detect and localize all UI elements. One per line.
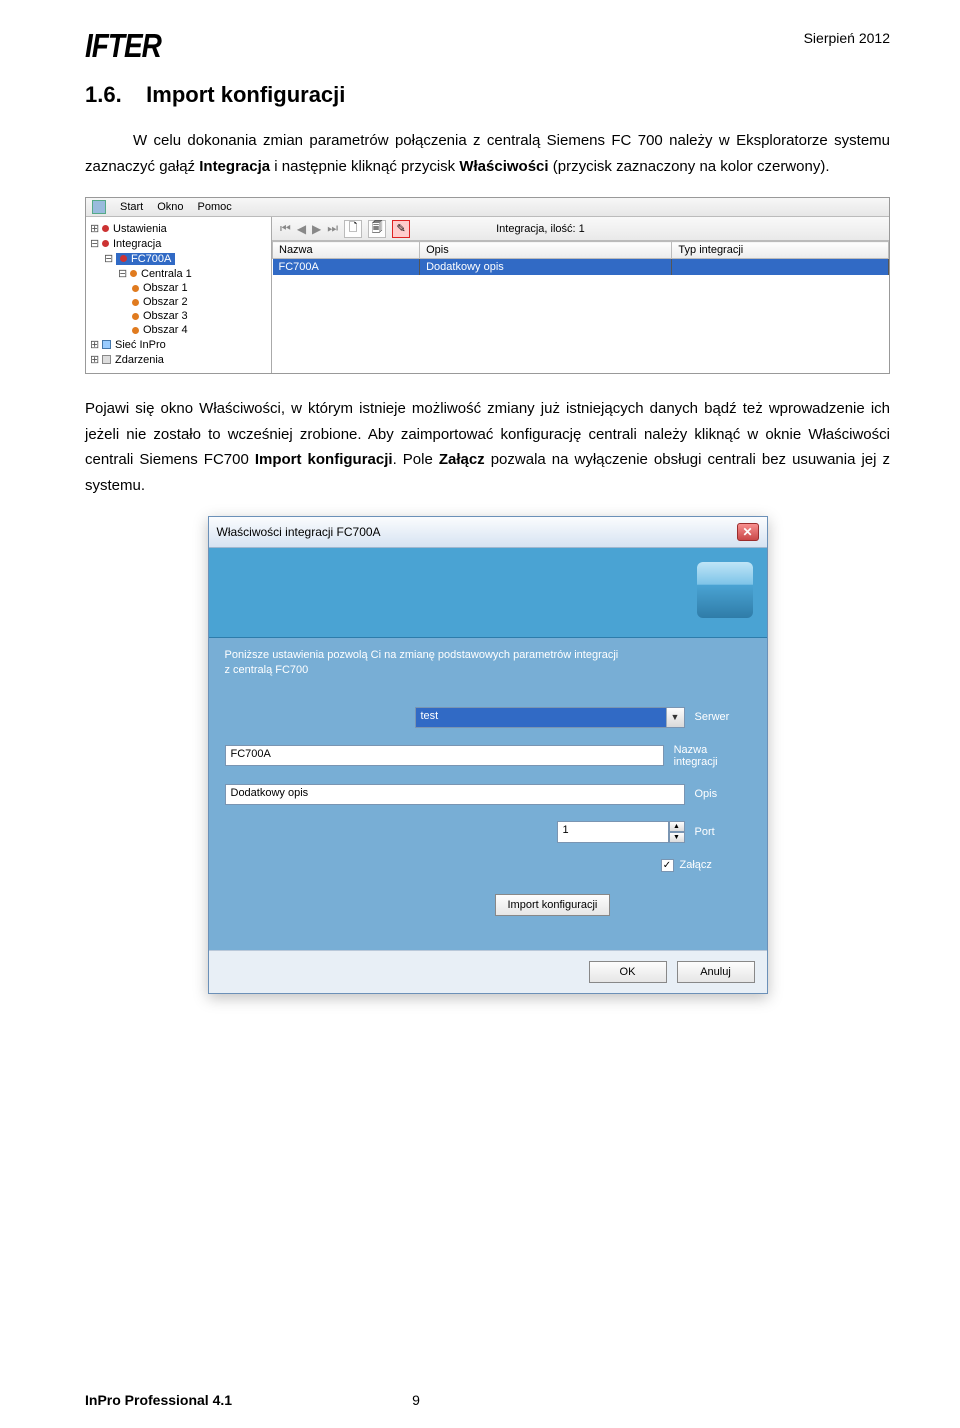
- tree-obszar3[interactable]: Obszar 3: [90, 309, 267, 323]
- menu-okno[interactable]: Okno: [157, 201, 183, 213]
- dialog-footer: OK Anuluj: [209, 950, 767, 993]
- app-menu-bar: Start Okno Pomoc: [86, 198, 889, 217]
- grid-header-opis[interactable]: Opis: [420, 242, 672, 259]
- dialog-form: test ▼ Serwer FC700A Nazwa integracji Do…: [209, 689, 767, 950]
- toolbar-count-label: Integracja, ilość: 1: [496, 223, 585, 235]
- paragraph-1: W celu dokonania zmian parametrów połącz…: [85, 128, 890, 179]
- port-label: Port: [695, 826, 715, 838]
- server-label: Serwer: [695, 711, 730, 723]
- p1-e: (przycisk zaznaczony na kolor czerwony).: [549, 158, 830, 175]
- port-value[interactable]: 1: [557, 821, 669, 843]
- tree-fc700a[interactable]: ⊟FC700A: [90, 251, 267, 266]
- ok-button[interactable]: OK: [589, 961, 667, 983]
- tree-ustawienia[interactable]: ⊞Ustawienia: [90, 221, 267, 236]
- properties-button[interactable]: ✎: [392, 220, 410, 238]
- nav-first-icon[interactable]: ⏮: [280, 221, 291, 236]
- zalacz-label: Załącz: [680, 859, 712, 871]
- tree-obszar1[interactable]: Obszar 1: [90, 281, 267, 295]
- p1-c: i następnie kliknąć przycisk: [270, 158, 459, 175]
- p1-b: Integracja: [199, 158, 270, 175]
- app-icon: [92, 200, 106, 214]
- spin-down-icon[interactable]: ▼: [669, 832, 685, 843]
- p1-d: Właściwości: [459, 158, 548, 175]
- zalacz-row[interactable]: ✓ Załącz: [661, 859, 751, 872]
- copy-button[interactable]: 🗐: [368, 220, 386, 238]
- grid-row[interactable]: FC700A Dodatkowy opis: [273, 259, 889, 276]
- grid-cell-typ: [672, 259, 889, 276]
- spin-up-icon[interactable]: ▲: [669, 821, 685, 832]
- menu-pomoc[interactable]: Pomoc: [198, 201, 232, 213]
- grid-header-nazwa[interactable]: Nazwa: [273, 242, 420, 259]
- dialog-title: Właściwości integracji FC700A: [217, 525, 381, 539]
- integration-grid[interactable]: Nazwa Opis Typ integracji FC700A Dodatko…: [272, 241, 889, 275]
- header-date: Sierpień 2012: [804, 30, 890, 46]
- chevron-down-icon[interactable]: ▼: [666, 708, 684, 727]
- dialog-titlebar[interactable]: Właściwości integracji FC700A ✕: [209, 517, 767, 548]
- name-input[interactable]: FC700A: [225, 745, 664, 766]
- p2-c: . Pole: [393, 451, 439, 468]
- opis-label: Opis: [695, 788, 718, 800]
- nav-prev-icon[interactable]: ◀: [297, 222, 306, 236]
- opis-input[interactable]: Dodatkowy opis: [225, 784, 685, 805]
- name-label: Nazwa integracji: [674, 744, 751, 768]
- p2-b: Import konfiguracji: [255, 451, 393, 468]
- p2-d: Załącz: [439, 451, 485, 468]
- tree-obszar2[interactable]: Obszar 2: [90, 295, 267, 309]
- tree-siec[interactable]: ⊞Sieć InPro: [90, 337, 267, 352]
- product-name: InPro Professional 4.1: [85, 1392, 232, 1408]
- desc-line2: z centralą FC700: [225, 663, 751, 678]
- server-combo[interactable]: test ▼: [415, 707, 685, 728]
- import-config-button[interactable]: Import konfiguracji: [495, 894, 611, 916]
- section-heading: 1.6. Import konfiguracji: [85, 82, 890, 108]
- grid-header-typ[interactable]: Typ integracji: [672, 242, 889, 259]
- section-number: 1.6.: [85, 82, 122, 107]
- tree-centrala[interactable]: ⊟Centrala 1: [90, 266, 267, 281]
- tree-zdarzenia[interactable]: ⊞Zdarzenia: [90, 352, 267, 367]
- tree-integracja[interactable]: ⊟Integracja: [90, 236, 267, 251]
- screenshot-app-window: Start Okno Pomoc ⊞Ustawienia ⊟Integracja…: [85, 197, 890, 374]
- properties-dialog: Właściwości integracji FC700A ✕ Poniższe…: [208, 516, 768, 994]
- page-number: 9: [412, 1392, 420, 1408]
- logo: IFTER: [85, 27, 161, 65]
- nav-next-icon[interactable]: ▶: [312, 222, 321, 236]
- new-button[interactable]: 🗋: [344, 220, 362, 238]
- section-title: Import konfiguracji: [146, 82, 345, 107]
- close-icon[interactable]: ✕: [737, 523, 759, 541]
- menu-start[interactable]: Start: [120, 201, 143, 213]
- toolbar: ⏮ ◀ ▶ ⏭ 🗋 🗐 ✎ Integracja, ilość: 1: [272, 217, 889, 241]
- cancel-button[interactable]: Anuluj: [677, 961, 755, 983]
- grid-cell-opis: Dodatkowy opis: [420, 259, 672, 276]
- desc-line1: Poniższe ustawienia pozwolą Ci na zmianę…: [225, 648, 751, 663]
- server-value: test: [416, 708, 666, 727]
- nav-last-icon[interactable]: ⏭: [327, 221, 338, 236]
- dialog-description: Poniższe ustawienia pozwolą Ci na zmianę…: [209, 638, 767, 689]
- dialog-banner: [209, 548, 767, 638]
- grid-cell-nazwa: FC700A: [273, 259, 420, 276]
- tree-panel[interactable]: ⊞Ustawienia ⊟Integracja ⊟FC700A ⊟Central…: [86, 217, 272, 373]
- tree-obszar4[interactable]: Obszar 4: [90, 323, 267, 337]
- paragraph-2: Pojawi się okno Właściwości, w którym is…: [85, 396, 890, 498]
- zalacz-checkbox[interactable]: ✓: [661, 859, 674, 872]
- port-spinner[interactable]: 1 ▲ ▼: [557, 821, 685, 843]
- page-footer: InPro Professional 4.1 9: [85, 1392, 890, 1408]
